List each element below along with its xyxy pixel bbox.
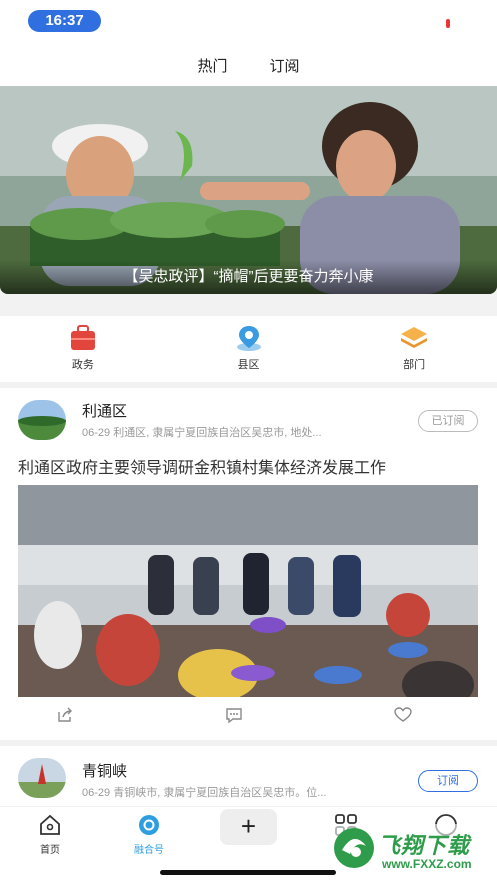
watermark-text: 飞翔下载 — [378, 833, 471, 858]
article-photo — [18, 485, 478, 697]
app-screen: 16:37 热门 订阅 【吴忠政评】“摘帽”后更要奋力奔小康 政务 县区 部门 … — [0, 0, 497, 883]
quick-nav-label: 县区 — [237, 359, 260, 371]
avatar — [18, 758, 66, 798]
banner-caption: 【吴忠政评】“摘帽”后更要奋力奔小康 — [0, 260, 497, 294]
feed-card[interactable]: 利通区 06-29 利通区, 隶属宁夏回族自治区吴忠市, 地处... 已订阅 利… — [0, 388, 497, 740]
nav-home[interactable]: 首页 — [20, 813, 80, 856]
home-icon — [40, 814, 60, 835]
quick-nav-label: 政务 — [71, 359, 94, 371]
share-icon[interactable] — [56, 706, 74, 724]
tab-subscribed[interactable]: 订阅 — [268, 55, 302, 76]
watermark-url: www.FXXZ.com — [382, 857, 472, 871]
status-time: 16:37 — [28, 10, 101, 32]
top-tabs: 热门 订阅 — [0, 44, 497, 86]
subscribed-button[interactable]: 已订阅 — [418, 410, 478, 432]
quick-nav-label: 部门 — [403, 359, 426, 371]
card-actions — [0, 706, 497, 730]
quick-nav-county[interactable]: 县区 — [166, 316, 332, 382]
subscribe-button[interactable]: 订阅 — [418, 770, 478, 792]
quick-nav-department[interactable]: 部门 — [331, 316, 497, 382]
quick-nav: 政务 县区 部门 — [0, 316, 497, 382]
home-indicator[interactable] — [160, 870, 336, 875]
article-title[interactable]: 利通区政府主要领导调研金积镇村集体经济发展工作 — [18, 454, 386, 478]
status-bar: 16:37 — [0, 0, 497, 44]
source-meta: 06-29 利通区, 隶属宁夏回族自治区吴忠市, 地处... — [82, 427, 322, 439]
recording-indicator-icon — [446, 19, 450, 28]
location-pin-icon — [236, 326, 261, 351]
layers-icon — [401, 327, 428, 348]
briefcase-icon — [70, 325, 95, 350]
tab-hot[interactable]: 热门 — [195, 55, 229, 76]
feed-card[interactable]: 青铜峡 06-29 青铜峡市, 隶属宁夏回族自治区吴忠市。位... 订阅 — [0, 746, 497, 806]
add-button[interactable]: + — [220, 809, 277, 845]
quick-nav-government[interactable]: 政务 — [0, 316, 166, 382]
source-name[interactable]: 青铜峡 — [82, 760, 127, 781]
nav-label: 融合号 — [134, 845, 164, 856]
comment-icon[interactable] — [225, 706, 243, 724]
headline-banner[interactable]: 【吴忠政评】“摘帽”后更要奋力奔小康 — [0, 86, 497, 294]
avatar — [18, 400, 66, 440]
like-icon[interactable] — [394, 706, 412, 724]
nav-label: 首页 — [40, 845, 60, 856]
source-meta: 06-29 青铜峡市, 隶属宁夏回族自治区吴忠市。位... — [82, 787, 327, 799]
source-name[interactable]: 利通区 — [82, 400, 127, 421]
nav-media[interactable]: 融合号 — [119, 813, 179, 856]
media-icon — [139, 815, 159, 835]
